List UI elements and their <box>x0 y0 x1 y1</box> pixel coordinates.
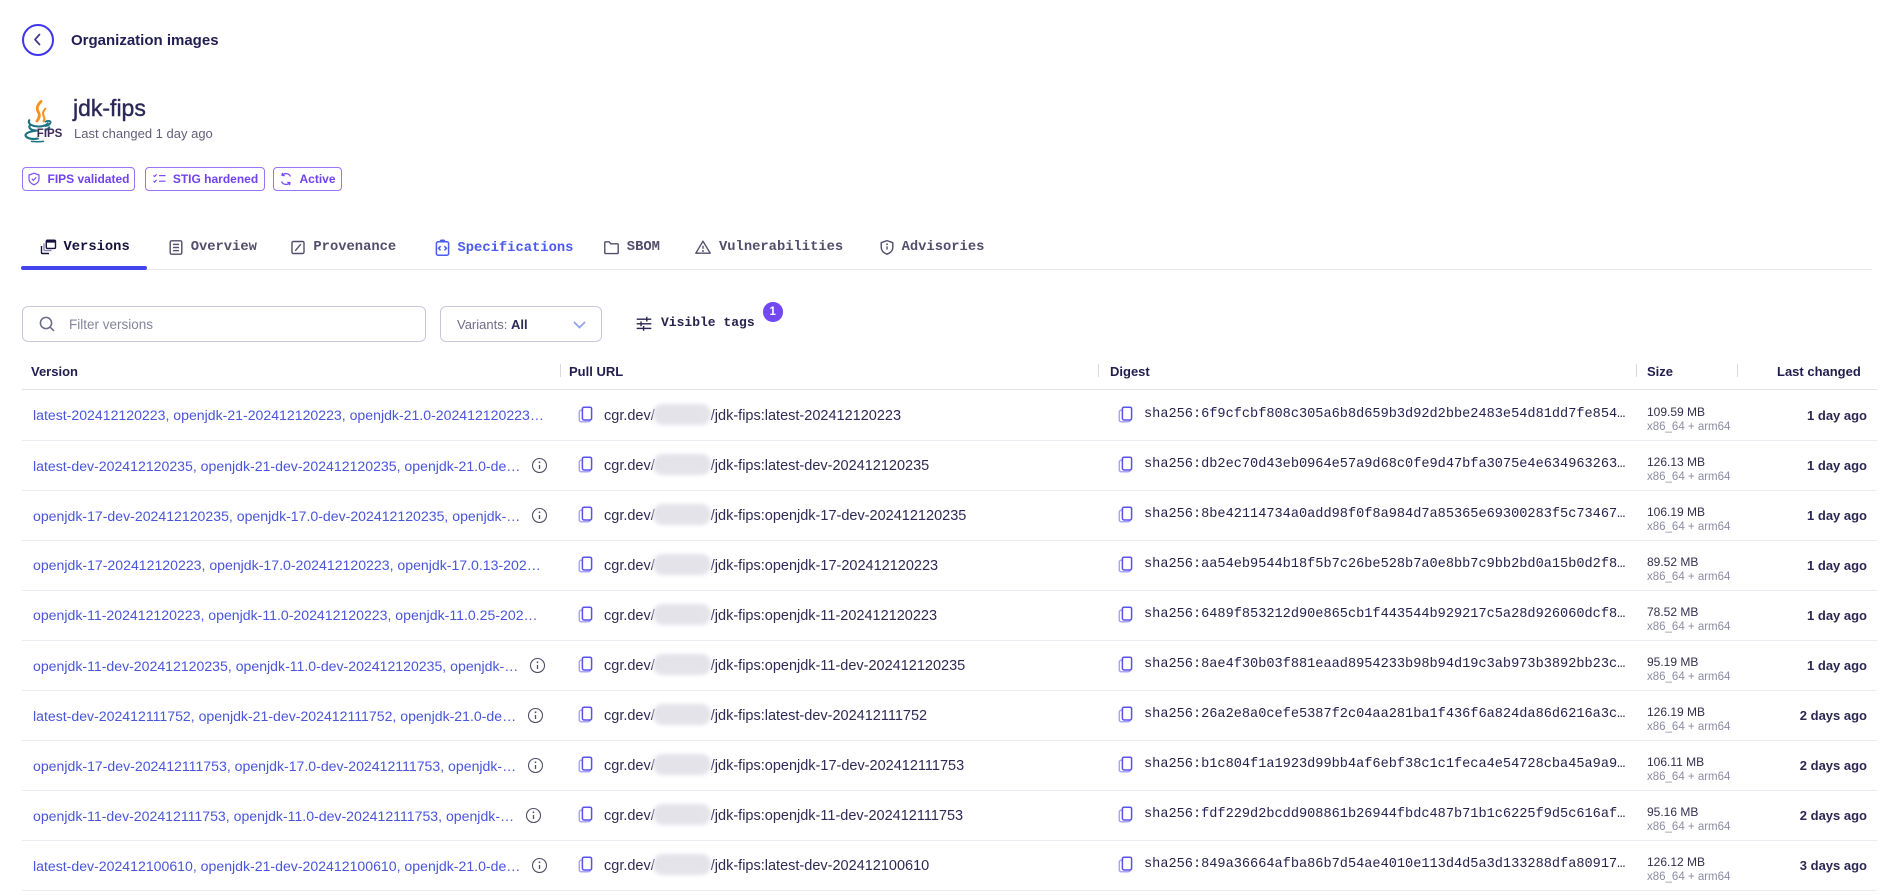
svg-text:FIPS: FIPS <box>37 128 63 140</box>
